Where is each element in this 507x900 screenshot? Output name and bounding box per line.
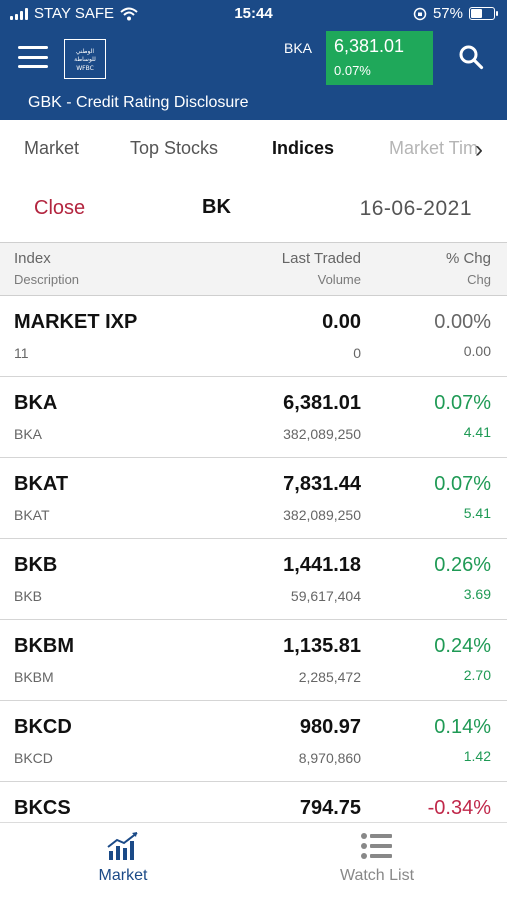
orientation-lock-icon bbox=[413, 7, 427, 20]
tab-market[interactable]: Market bbox=[24, 138, 79, 159]
table-row[interactable]: BKAT BKAT 7,831.44 382,089,250 0.07% 5.4… bbox=[0, 458, 507, 539]
index-name: BKBM bbox=[14, 635, 74, 657]
table-row[interactable]: BKCD BKCD 980.97 8,970,860 0.14% 1.42 bbox=[0, 701, 507, 782]
volume: 0 bbox=[353, 345, 361, 361]
tab-market-time[interactable]: Market Time bbox=[389, 138, 477, 159]
ticker-price: 6,381.01 bbox=[334, 36, 405, 56]
change: 4.41 bbox=[463, 424, 491, 440]
battery-fill bbox=[471, 9, 483, 18]
change: 0.00 bbox=[463, 343, 491, 359]
indices-list: MARKET IXP 11 0.00 0 0.00% 0.00 BKA BKA … bbox=[0, 296, 507, 863]
volume: 382,089,250 bbox=[283, 507, 361, 523]
percent-change: 0.26% bbox=[434, 554, 491, 576]
svg-text:للوساطة: للوساطة bbox=[74, 56, 96, 63]
header-pct-chg[interactable]: % Chg bbox=[446, 250, 491, 267]
index-description: BKAT bbox=[14, 507, 50, 523]
percent-change: 0.24% bbox=[434, 635, 491, 657]
percent-change: 0.00% bbox=[434, 311, 491, 333]
status-right: 57% bbox=[413, 5, 498, 22]
percent-change: -0.34% bbox=[427, 797, 491, 819]
nav-market[interactable]: Market bbox=[48, 831, 198, 885]
tab-indices[interactable]: Indices bbox=[272, 138, 334, 159]
table-row[interactable]: BKA BKA 6,381.01 382,089,250 0.07% 4.41 bbox=[0, 377, 507, 458]
header-last-traded[interactable]: Last Traded bbox=[282, 250, 361, 267]
last-traded: 1,441.18 bbox=[283, 554, 361, 576]
index-description: BKCD bbox=[14, 750, 53, 766]
tab-bar: Market Top Stocks Indices Market Time › bbox=[0, 120, 507, 176]
app-header: الوطني للوساطة WFBC BKA 6,381.01 0.07% G… bbox=[0, 28, 507, 120]
ticker-change: 0.07% bbox=[334, 63, 371, 78]
nav-watch-list[interactable]: Watch List bbox=[302, 831, 452, 885]
index-description: 11 bbox=[14, 345, 29, 361]
date-label[interactable]: 16-06-2021 bbox=[360, 197, 472, 221]
status-bar: STAY SAFE 15:44 57% bbox=[0, 0, 507, 28]
index-description: BKBM bbox=[14, 669, 54, 685]
index-name: BKCD bbox=[14, 716, 72, 738]
index-name: MARKET IXP bbox=[14, 311, 138, 333]
close-button[interactable]: Close bbox=[34, 197, 85, 220]
index-description: BKB bbox=[14, 588, 43, 604]
ticker-symbol: BKA bbox=[284, 40, 313, 56]
table-header: Index Description Last Traded Volume % C… bbox=[0, 242, 507, 296]
last-traded: 980.97 bbox=[299, 716, 361, 738]
header-description: Description bbox=[14, 272, 80, 287]
table-row[interactable]: MARKET IXP 11 0.00 0 0.00% 0.00 bbox=[0, 296, 507, 377]
percent-change: 0.14% bbox=[434, 716, 491, 738]
change: 1.42 bbox=[463, 748, 491, 764]
list-icon bbox=[361, 833, 392, 859]
header-index: Index bbox=[14, 250, 51, 267]
nav-watch-list-label: Watch List bbox=[339, 867, 415, 884]
index-name: BKCS bbox=[14, 797, 71, 819]
logo-mark-icon: الوطني للوساطة WFBC bbox=[74, 48, 96, 72]
volume: 59,617,404 bbox=[290, 588, 361, 604]
percent-change: 0.07% bbox=[434, 473, 491, 495]
news-ticker-text[interactable]: GBK - Credit Rating Disclosure bbox=[28, 94, 249, 112]
header-volume: Volume bbox=[317, 272, 361, 287]
bar-chart-icon bbox=[107, 832, 138, 860]
svg-text:WFBC: WFBC bbox=[76, 65, 94, 72]
change: 2.70 bbox=[463, 667, 491, 683]
ticker-box[interactable]: 6,381.01 0.07% bbox=[326, 31, 433, 85]
bottom-nav: Market Watch List bbox=[0, 822, 507, 900]
indices-toolbar: Close BK 16-06-2021 bbox=[0, 176, 507, 242]
menu-icon[interactable] bbox=[18, 46, 48, 68]
index-name: BKA bbox=[14, 392, 58, 414]
last-traded: 7,831.44 bbox=[283, 473, 361, 495]
table-row[interactable]: BKB BKB 1,441.18 59,617,404 0.26% 3.69 bbox=[0, 539, 507, 620]
brand-logo: الوطني للوساطة WFBC bbox=[64, 39, 106, 79]
exchange-selector[interactable]: BK bbox=[202, 196, 231, 219]
table-row[interactable]: BKBM BKBM 1,135.81 2,285,472 0.24% 2.70 bbox=[0, 620, 507, 701]
index-name: BKAT bbox=[14, 473, 69, 495]
change: 3.69 bbox=[463, 586, 491, 602]
last-traded: 1,135.81 bbox=[283, 635, 361, 657]
chevron-right-icon[interactable]: › bbox=[475, 136, 483, 164]
last-traded: 0.00 bbox=[322, 311, 361, 333]
last-traded: 6,381.01 bbox=[283, 392, 361, 414]
volume: 2,285,472 bbox=[298, 669, 361, 685]
svg-text:الوطني: الوطني bbox=[76, 48, 95, 55]
nav-market-label: Market bbox=[98, 867, 148, 884]
percent-change: 0.07% bbox=[434, 392, 491, 414]
header-chg: Chg bbox=[467, 272, 491, 287]
volume: 8,970,860 bbox=[298, 750, 361, 766]
volume: 382,089,250 bbox=[283, 426, 361, 442]
index-description: BKA bbox=[14, 426, 43, 442]
tab-top-stocks[interactable]: Top Stocks bbox=[130, 138, 218, 159]
battery-percent: 57% bbox=[432, 5, 463, 22]
battery-icon bbox=[469, 7, 498, 20]
last-traded: 794.75 bbox=[299, 797, 361, 819]
search-icon[interactable] bbox=[458, 44, 484, 70]
index-name: BKB bbox=[14, 554, 58, 576]
change: 5.41 bbox=[463, 505, 491, 521]
